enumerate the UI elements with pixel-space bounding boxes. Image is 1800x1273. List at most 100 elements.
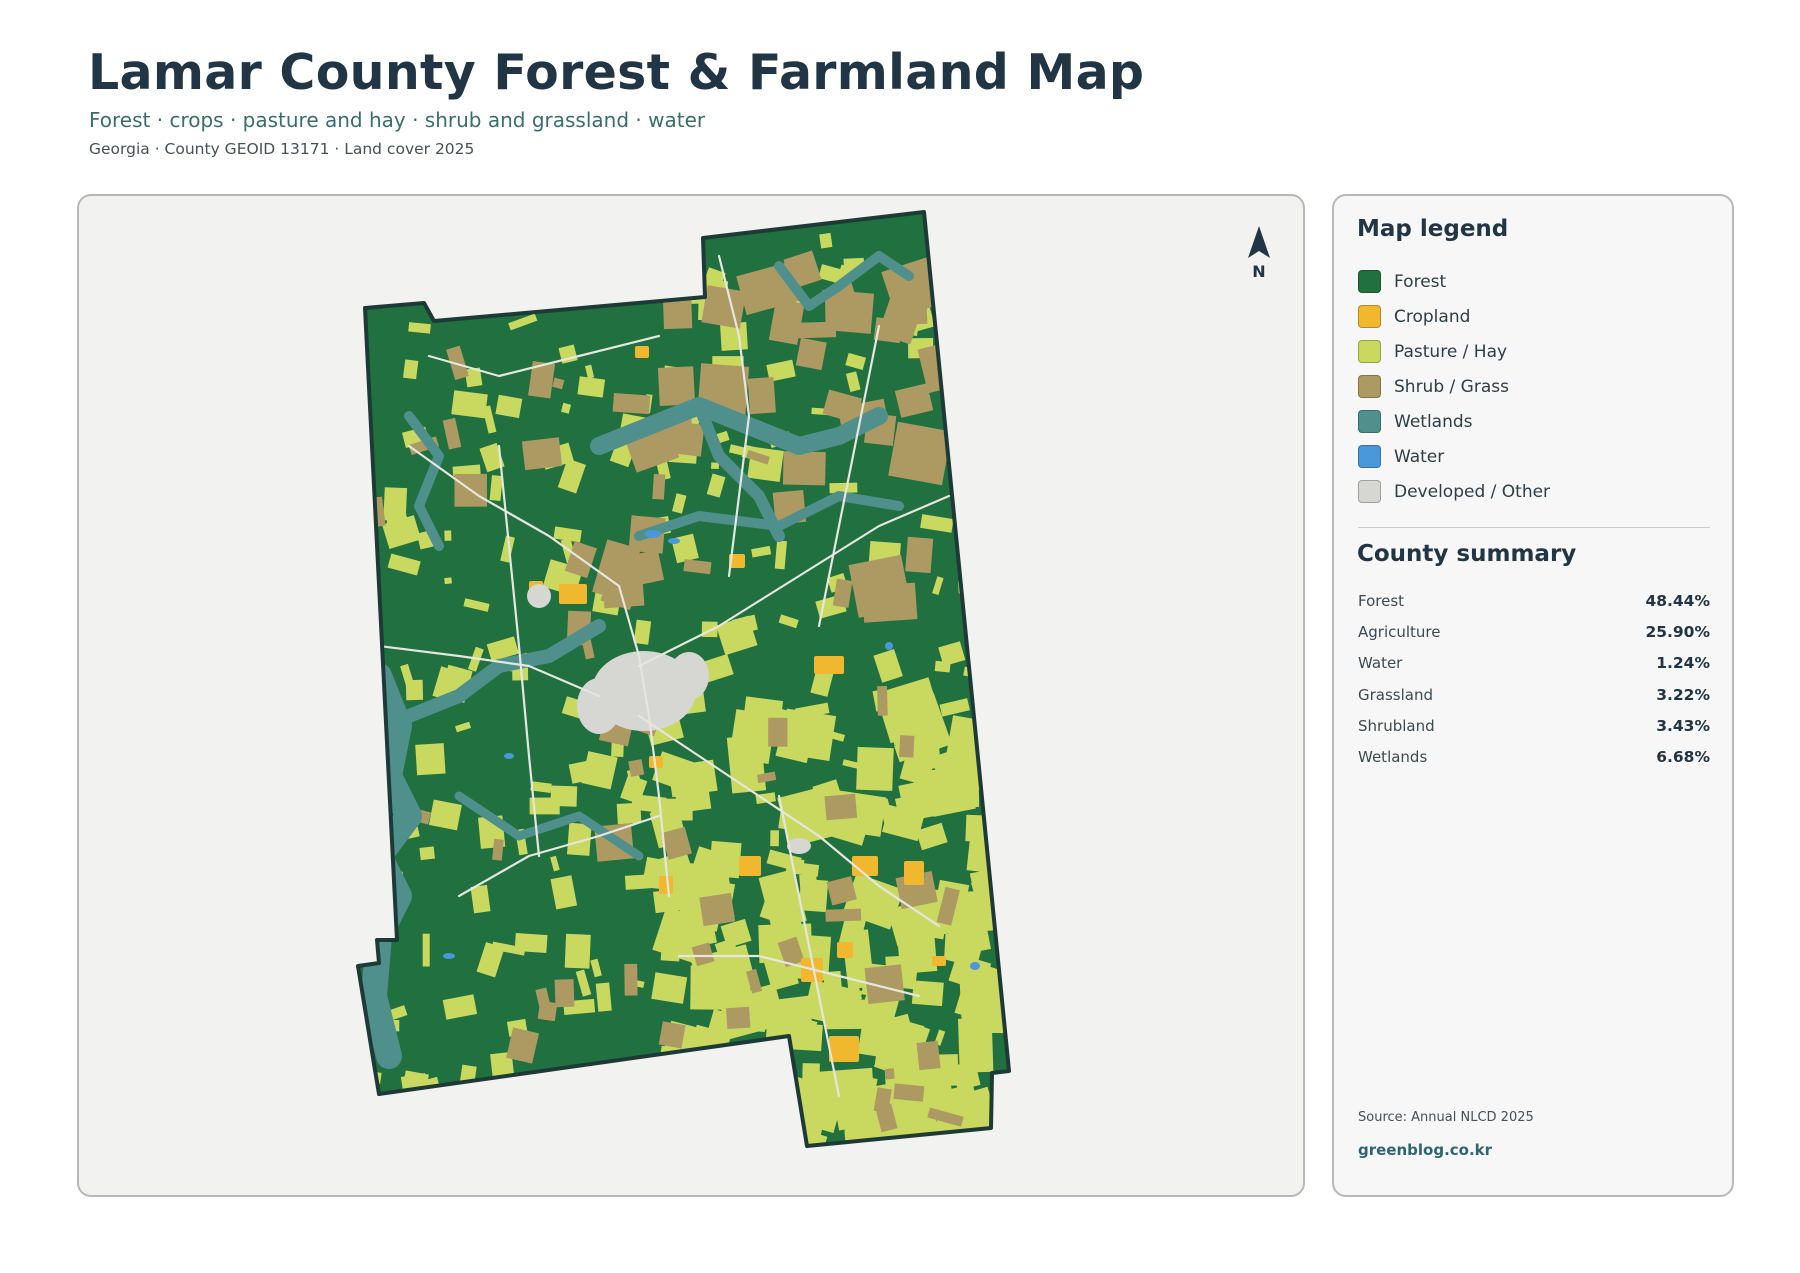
summary-value: 6.68%	[1656, 748, 1710, 767]
pasture-patch	[577, 376, 606, 398]
pasture-patch	[514, 932, 548, 954]
pasture-patch	[924, 763, 976, 817]
pasture-patch	[476, 1124, 493, 1146]
pasture-patch	[948, 306, 971, 330]
shrub-patch	[652, 473, 666, 500]
legend-label: Water	[1394, 446, 1445, 467]
shrub-patch	[537, 1000, 558, 1022]
pasture-patch	[633, 619, 652, 645]
shrub-patch	[970, 232, 1006, 263]
pasture-patch	[976, 478, 1001, 504]
shrub-patch	[1005, 337, 1009, 356]
legend-item-cropland: Cropland	[1358, 299, 1718, 334]
shrub-patch	[658, 1021, 686, 1049]
water-body	[645, 530, 661, 538]
shrub-patch	[699, 892, 736, 927]
pasture-patch	[780, 708, 837, 761]
pasture-patch	[358, 254, 386, 281]
pasture-patch	[374, 1129, 411, 1146]
land-cover-layer	[325, 212, 1052, 1146]
pasture-patch	[358, 932, 364, 950]
pasture-patch	[551, 293, 577, 304]
site-link[interactable]: greenblog.co.kr	[1358, 1141, 1492, 1159]
legend-swatch	[1358, 270, 1381, 293]
pasture-patch	[600, 1072, 609, 1080]
shrub-patch	[825, 908, 862, 922]
shrub-patch	[358, 496, 386, 530]
shrub-patch	[1007, 1048, 1009, 1070]
pasture-patch	[360, 573, 373, 592]
county-map[interactable]	[79, 196, 1303, 1195]
pasture-patch	[626, 230, 654, 248]
pasture-patch	[711, 462, 720, 470]
shrub-patch	[893, 1083, 925, 1102]
pasture-patch	[685, 1102, 727, 1146]
cropland-patch	[932, 956, 946, 966]
pasture-patch	[358, 566, 376, 584]
summary-label: Forest	[1358, 591, 1405, 610]
cropland-patch	[659, 876, 673, 894]
pasture-patch	[325, 975, 357, 1006]
shrub-patch	[554, 979, 575, 1008]
legend-item-forest: Forest	[1358, 264, 1718, 299]
legend-label: Pasture / Hay	[1394, 341, 1508, 362]
shrub-patch	[657, 366, 696, 407]
shrub-patch	[747, 376, 776, 415]
pasture-patch	[1017, 607, 1052, 624]
pasture-patch	[763, 1096, 776, 1114]
pasture-patch	[613, 1125, 640, 1146]
developed-area	[527, 584, 551, 608]
shrub-patch	[726, 1006, 751, 1030]
legend-swatch	[1358, 445, 1381, 468]
pasture-patch	[550, 785, 578, 807]
pasture-patch	[701, 621, 718, 638]
pasture-patch	[856, 746, 894, 791]
pasture-patch	[1009, 870, 1022, 901]
divider	[1358, 527, 1710, 528]
cropland-patch	[635, 346, 649, 358]
legend-swatch	[1358, 305, 1381, 328]
pasture-patch	[419, 846, 435, 861]
shrub-patch	[986, 745, 1009, 777]
cropland-patch	[829, 1036, 859, 1062]
summary-label: Shrubland	[1358, 716, 1435, 735]
shrub-patch	[884, 1068, 895, 1080]
pasture-patch	[1007, 1099, 1009, 1115]
cropland-patch	[739, 856, 761, 876]
summary-label: Grassland	[1358, 685, 1433, 704]
legend-label: Shrub / Grass	[1394, 376, 1509, 397]
pasture-patch	[616, 802, 642, 825]
legend-label: Forest	[1394, 271, 1447, 292]
shrub-patch	[768, 717, 788, 747]
pasture-patch	[374, 244, 402, 273]
water-body	[443, 953, 455, 959]
developed-area	[577, 678, 621, 734]
pasture-patch	[770, 830, 779, 847]
pasture-patch	[415, 743, 446, 776]
legend-list: Forest Cropland Pasture / Hay Shrub / Gr…	[1358, 264, 1718, 509]
pasture-patch	[954, 328, 986, 358]
pasture-patch	[986, 603, 1007, 627]
pasture-patch	[451, 390, 488, 419]
source-note: Source: Annual NLCD 2025	[1358, 1110, 1534, 1125]
pasture-patch	[358, 622, 376, 643]
pasture-patch	[1017, 1018, 1040, 1028]
pasture-patch	[379, 254, 405, 274]
summary-value: 1.24%	[1656, 654, 1710, 673]
map-panel[interactable]: N	[77, 194, 1305, 1197]
pasture-patch	[985, 303, 995, 330]
legend-item-shrub: Shrub / Grass	[1358, 369, 1718, 404]
info-panel: Map legend Forest Cropland Pasture / Hay…	[1332, 194, 1734, 1197]
summary-value: 48.44%	[1645, 591, 1710, 610]
shrub-patch	[877, 685, 888, 716]
shrub-patch	[522, 287, 545, 309]
shrub-patch	[831, 290, 875, 334]
shrub-patch	[701, 285, 747, 329]
shrub-patch	[511, 1124, 540, 1146]
cropland-patch	[559, 584, 587, 604]
pasture-patch	[829, 482, 858, 494]
shrub-patch	[795, 337, 827, 371]
water-body	[668, 538, 680, 544]
developed-area	[669, 652, 709, 700]
legend-swatch	[1358, 375, 1381, 398]
